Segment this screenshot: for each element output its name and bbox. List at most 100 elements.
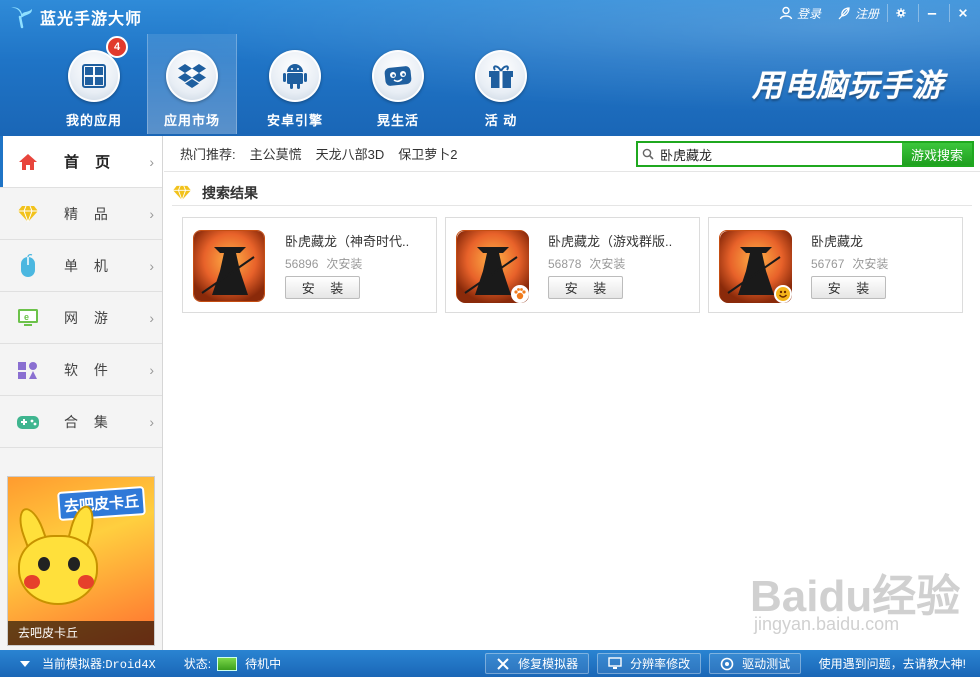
chevron-right-icon: › — [149, 205, 154, 222]
promo-banner[interactable]: 去吧皮卡丘 去吧皮卡丘 — [7, 476, 155, 646]
nav-my-apps-label: 我的应用 — [65, 113, 122, 128]
driver-test-label: 驱动测试 — [742, 657, 791, 671]
sidebar-item-label: 单 机 — [64, 257, 114, 274]
game-card[interactable]: 卧虎藏龙 56767 次安装 安 装 — [708, 217, 963, 313]
game-face-icon — [384, 66, 412, 86]
home-icon — [14, 153, 42, 171]
app-header: 蓝光手游大师 登录 注册 4 我的应用 应用市场 安卓引擎 晃生活 活 动 用电… — [0, 0, 980, 136]
nav-life-circle — [372, 50, 424, 102]
emulator-state: 状态: 待机中 — [184, 655, 281, 672]
gamepad-icon — [14, 413, 42, 431]
login-button[interactable]: 登录 — [771, 0, 829, 26]
game-name[interactable]: 卧虎藏龙 — [811, 231, 956, 250]
search-box: 游戏搜索 — [636, 141, 974, 167]
sidebar: 首 页 › 精 品 › 单 机 › e 网 游 › 软 件 › 合 集 › 去吧… — [0, 136, 163, 650]
register-button[interactable]: 注册 — [829, 0, 887, 26]
register-label: 注册 — [854, 6, 879, 21]
tools-icon — [497, 657, 509, 670]
install-button[interactable]: 安 装 — [548, 276, 623, 299]
driver-test-button[interactable]: 驱动测试 — [709, 653, 802, 674]
emulator-label: 当前模拟器: — [42, 657, 106, 671]
nav-events-circle — [475, 50, 527, 102]
resolution-button[interactable]: 分辨率修改 — [597, 653, 702, 674]
game-icon[interactable] — [456, 230, 529, 303]
app-title-bar: 蓝光手游大师 — [8, 5, 142, 29]
sidebar-item-label: 合 集 — [64, 413, 114, 430]
results-list: 卧虎藏龙（神奇时代.. 56896 次安装 安 装 卧虎藏龙（游戏群版.. 568… — [182, 217, 971, 313]
sidebar-item-collections[interactable]: 合 集 › — [0, 396, 162, 448]
smile-badge-icon — [774, 285, 792, 303]
search-input[interactable] — [658, 143, 902, 165]
game-icon[interactable] — [719, 230, 792, 303]
install-count: 56767 次安装 — [811, 255, 888, 272]
monitor-icon — [608, 657, 622, 669]
results-header: 搜索结果 — [172, 180, 972, 206]
diamond-icon — [173, 185, 191, 200]
game-name[interactable]: 卧虎藏龙（游戏群版.. — [548, 231, 693, 250]
my-apps-count-badge: 4 — [106, 36, 128, 58]
app-logo-icon — [11, 7, 32, 29]
install-button[interactable]: 安 装 — [811, 276, 886, 299]
minimize-icon — [927, 13, 937, 15]
gear-icon — [720, 657, 734, 670]
nav-life[interactable]: 晃生活 — [342, 34, 454, 134]
status-bar: 当前模拟器:Droid4X 状态: 待机中 修复模拟器 分辨率修改 驱动测试 使… — [0, 650, 980, 677]
feather-pen-icon — [838, 7, 850, 20]
pikachu-eye — [38, 557, 50, 571]
minimize-button[interactable] — [919, 0, 949, 26]
dropdown-triangle-icon[interactable] — [20, 660, 30, 667]
sidebar-item-label: 首 页 — [64, 154, 117, 171]
current-emulator[interactable]: 当前模拟器:Droid4X — [42, 655, 156, 672]
pikachu-eye — [68, 557, 80, 571]
game-card[interactable]: 卧虎藏龙（神奇时代.. 56896 次安装 安 装 — [182, 217, 437, 313]
sidebar-item-home[interactable]: 首 页 › — [0, 136, 162, 188]
hot-link[interactable]: 天龙八部3D — [316, 144, 385, 163]
install-button[interactable]: 安 装 — [285, 276, 360, 299]
dropbox-box-icon — [178, 64, 206, 88]
hot-recommend-label: 热门推荐: — [180, 147, 236, 162]
main-content: 热门推荐: 主公莫慌 天龙八部3D 保卫萝卜2 游戏搜索 搜索结果 — [164, 136, 980, 650]
nav-events[interactable]: 活 动 — [445, 34, 557, 134]
nav-app-market[interactable]: 应用市场 — [147, 34, 237, 134]
top-toolbar: 登录 注册 — [771, 0, 980, 26]
search-icon — [638, 143, 658, 165]
header-slogan: 用电脑玩手游 — [752, 68, 944, 103]
close-button[interactable] — [950, 0, 980, 26]
nav-app-market-circle — [166, 50, 218, 102]
help-link[interactable]: 使用遇到问题，去请教大神! — [819, 655, 966, 672]
install-count-unit: 次安装 — [852, 257, 889, 271]
close-icon — [959, 9, 967, 17]
user-icon — [779, 6, 793, 20]
sidebar-item-software[interactable]: 软 件 › — [0, 344, 162, 396]
nav-app-market-label: 应用市场 — [163, 113, 220, 128]
game-card[interactable]: 卧虎藏龙（游戏群版.. 56878 次安装 安 装 — [445, 217, 700, 313]
hot-recommend-bar: 热门推荐: 主公莫慌 天龙八部3D 保卫萝卜2 游戏搜索 — [164, 136, 980, 172]
chevron-right-icon: › — [149, 153, 154, 170]
install-count-value: 56878 — [548, 257, 582, 271]
game-name[interactable]: 卧虎藏龙（神奇时代.. — [285, 231, 430, 250]
repair-label: 修复模拟器 — [518, 657, 579, 671]
nav-my-apps[interactable]: 4 我的应用 — [38, 34, 150, 134]
chevron-right-icon: › — [149, 309, 154, 326]
sidebar-item-online-games[interactable]: e 网 游 › — [0, 292, 162, 344]
paw-badge-icon — [511, 285, 529, 303]
hot-link[interactable]: 主公莫慌 — [250, 144, 302, 163]
game-search-button[interactable]: 游戏搜索 — [902, 143, 972, 165]
grid-icon — [82, 64, 106, 88]
nav-android-label: 安卓引擎 — [266, 113, 323, 128]
nav-android-engine[interactable]: 安卓引擎 — [239, 34, 351, 134]
install-count-unit: 次安装 — [326, 257, 363, 271]
install-count: 56878 次安装 — [548, 255, 625, 272]
results-title: 搜索结果 — [202, 184, 258, 201]
settings-button[interactable] — [888, 0, 918, 26]
install-count-value: 56896 — [285, 257, 319, 271]
android-icon — [283, 64, 307, 89]
sidebar-item-featured[interactable]: 精 品 › — [0, 188, 162, 240]
hot-link[interactable]: 保卫萝卜2 — [398, 144, 457, 163]
sidebar-item-single-player[interactable]: 单 机 › — [0, 240, 162, 292]
repair-emulator-button[interactable]: 修复模拟器 — [485, 653, 590, 674]
promo-title: 去吧皮卡丘 — [57, 486, 146, 521]
pikachu-face — [18, 535, 98, 605]
game-icon[interactable] — [193, 230, 265, 302]
nav-events-label: 活 动 — [484, 113, 518, 128]
